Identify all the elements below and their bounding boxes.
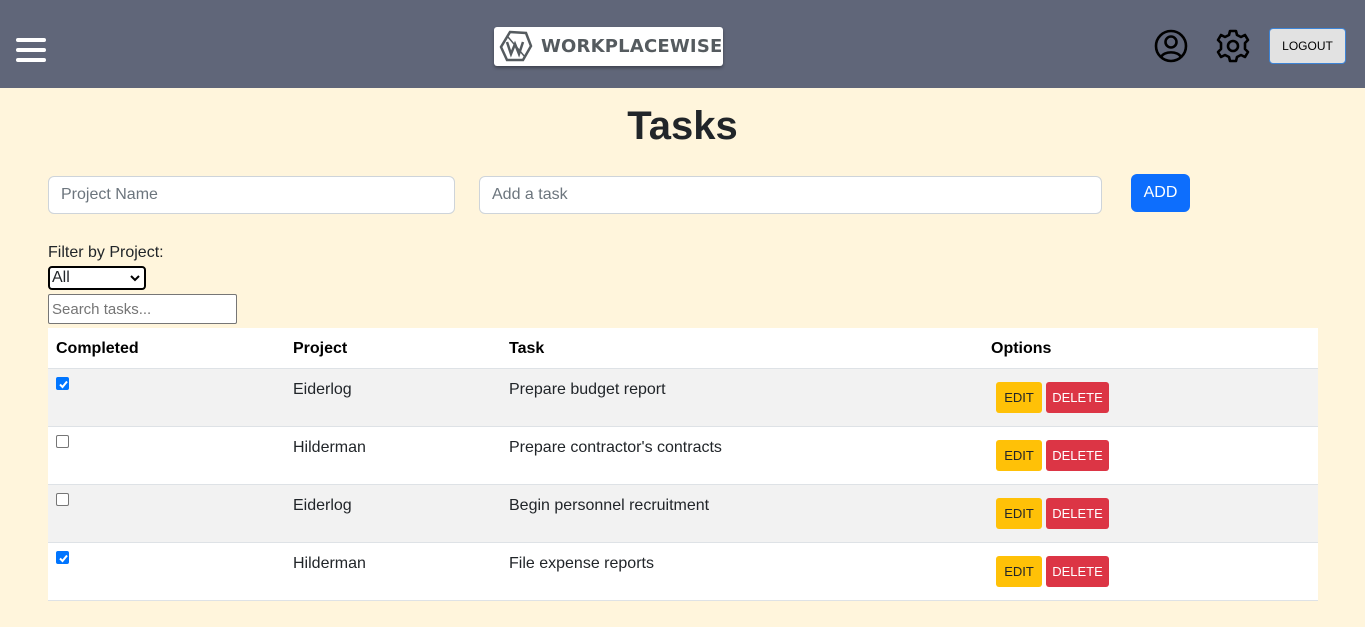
header-task: Task (509, 340, 545, 357)
row-task: File expense reports (509, 555, 654, 572)
edit-button[interactable]: EDIT (996, 498, 1042, 529)
checkmark-icon (59, 554, 68, 563)
edit-button[interactable]: EDIT (996, 556, 1042, 587)
search-tasks-input[interactable] (48, 294, 237, 324)
row-task: Begin personnel recruitment (509, 497, 710, 514)
header-options: Options (991, 340, 1052, 357)
user-circle-icon[interactable] (1154, 29, 1188, 63)
delete-button[interactable]: DELETE (1046, 382, 1109, 413)
add-task-input[interactable] (479, 176, 1102, 214)
project-filter-select[interactable]: All (48, 266, 146, 290)
project-name-input[interactable] (48, 176, 455, 214)
logo-mark-icon (499, 30, 533, 62)
checkmark-icon (59, 380, 68, 389)
navbar: WORKPLACEWISE LOGOUT (0, 0, 1365, 88)
table-row: Eiderlog Prepare budget report EDIT DELETE (48, 369, 1318, 427)
delete-button[interactable]: DELETE (1046, 440, 1109, 471)
table-row: Hilderman File expense reports EDIT DELETE (48, 543, 1318, 601)
logout-button[interactable]: LOGOUT (1269, 28, 1346, 64)
logo-text: WORKPLACEWISE (541, 36, 723, 57)
completed-checkbox[interactable] (56, 493, 69, 506)
completed-checkbox[interactable] (56, 551, 69, 564)
page-title: Tasks (627, 104, 738, 148)
edit-button[interactable]: EDIT (996, 440, 1042, 471)
completed-checkbox[interactable] (56, 435, 69, 448)
row-task: Prepare budget report (509, 381, 666, 398)
row-project: Eiderlog (293, 497, 352, 514)
add-button[interactable]: ADD (1131, 174, 1190, 212)
row-project: Eiderlog (293, 381, 352, 398)
project-filter-selected: All (52, 269, 70, 286)
gear-icon[interactable] (1216, 29, 1250, 63)
menu-icon[interactable] (16, 37, 46, 63)
delete-button[interactable]: DELETE (1046, 556, 1109, 587)
table-row: Hilderman Prepare contractor's contracts E… (48, 427, 1318, 485)
row-project: Hilderman (293, 555, 366, 572)
completed-checkbox[interactable] (56, 377, 69, 390)
table-header: Completed Project Task Options (48, 328, 1318, 369)
delete-button[interactable]: DELETE (1046, 498, 1109, 529)
logo: WORKPLACEWISE (494, 27, 723, 66)
edit-button[interactable]: EDIT (996, 382, 1042, 413)
row-task: Prepare contractor's contracts (509, 439, 722, 456)
row-project: Hilderman (293, 439, 366, 456)
header-project: Project (293, 340, 348, 357)
filter-label: Filter by Project: (48, 244, 164, 261)
header-completed: Completed (56, 340, 139, 357)
table-row: Eiderlog Begin personnel recruitment EDIT D… (48, 485, 1318, 543)
chevron-down-icon (130, 275, 140, 282)
tasks-table: Completed Project Task Options Eiderlog P… (48, 328, 1318, 601)
